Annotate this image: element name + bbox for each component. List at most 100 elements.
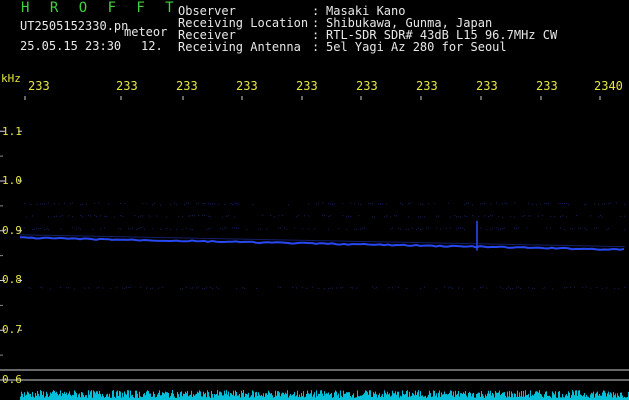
level-bar [603,390,604,400]
level-bar [163,392,164,400]
noise-speck [596,227,598,229]
level-bar [562,393,563,400]
noise-speck [340,287,342,289]
noise-speck [266,228,268,230]
noise-speck [260,229,262,231]
level-bar [534,393,535,400]
level-bar [174,396,175,400]
separator: : [312,40,320,54]
level-bar [489,393,490,400]
level-bar [56,391,57,400]
level-bar [35,393,36,400]
level-bar [618,395,619,400]
noise-speck [136,229,138,231]
noise-speck [360,228,362,230]
noise-speck [356,228,358,230]
noise-speck [336,287,338,289]
level-bar [66,392,67,400]
noise-speck [560,202,562,204]
noise-speck [506,203,508,205]
noise-speck [360,203,362,205]
level-bar [191,390,192,400]
level-bar [76,393,77,400]
noise-speck [142,203,144,205]
level-bar [67,395,68,400]
level-bar [180,392,181,400]
level-bar [608,391,609,400]
level-bar [533,395,534,400]
level-bar [463,392,464,400]
noise-speck [202,288,204,290]
noise-speck [422,203,424,205]
noise-speck [224,204,226,206]
noise-speck [226,227,228,229]
level-bar [320,390,321,400]
noise-speck [42,203,44,205]
level-bar [615,393,616,400]
level-bar [407,390,408,400]
level-bar [241,390,242,400]
noise-speck [440,228,442,230]
noise-speck [302,228,304,230]
level-bar [237,395,238,400]
level-bar [154,393,155,400]
meteor-count: 12. [141,39,163,53]
level-bar [325,394,326,400]
level-bar [504,392,505,400]
noise-speck [204,202,206,204]
noise-speck [124,287,126,289]
level-bar [102,393,103,400]
noise-speck [406,228,408,230]
noise-speck [568,204,570,206]
noise-speck [454,215,456,217]
noise-speck [466,216,468,218]
noise-speck [88,214,90,216]
noise-speck [602,203,604,205]
level-bar [478,392,479,400]
noise-speck [346,228,348,230]
noise-speck [474,288,476,290]
x-tick-label: 233 [476,79,498,93]
level-bar [499,390,500,400]
level-bar [205,392,206,400]
level-bar [172,390,173,400]
level-bar [386,394,387,400]
level-bar [299,394,300,400]
level-bar [541,394,542,400]
noise-speck [398,287,400,289]
noise-speck [80,215,82,217]
level-bar [530,390,531,400]
noise-speck [86,203,88,205]
noise-speck [174,202,176,204]
level-bar [232,394,233,400]
level-bar [599,393,600,400]
level-bar [243,390,244,400]
noise-speck [490,214,492,216]
noise-speck [428,227,430,229]
level-bar [308,393,309,400]
level-bar [552,391,553,400]
noise-speck [524,215,526,217]
noise-speck [520,288,522,290]
noise-speck [582,286,584,288]
noise-speck [204,288,206,290]
noise-speck [160,228,162,230]
noise-speck [144,228,146,230]
level-bar [207,390,208,400]
noise-speck [122,287,124,289]
level-bar [204,393,205,400]
level-bar [595,393,596,400]
level-bar [108,396,109,400]
level-bar [301,392,302,400]
level-bar [572,390,573,400]
level-bar [470,392,471,400]
level-bar [109,393,110,400]
noise-speck [48,202,50,204]
level-bar [236,392,237,400]
noise-speck [426,227,428,229]
level-bar [507,391,508,400]
level-bar [521,390,522,400]
level-bar [350,395,351,400]
noise-speck [90,215,92,217]
noise-speck [210,203,212,205]
